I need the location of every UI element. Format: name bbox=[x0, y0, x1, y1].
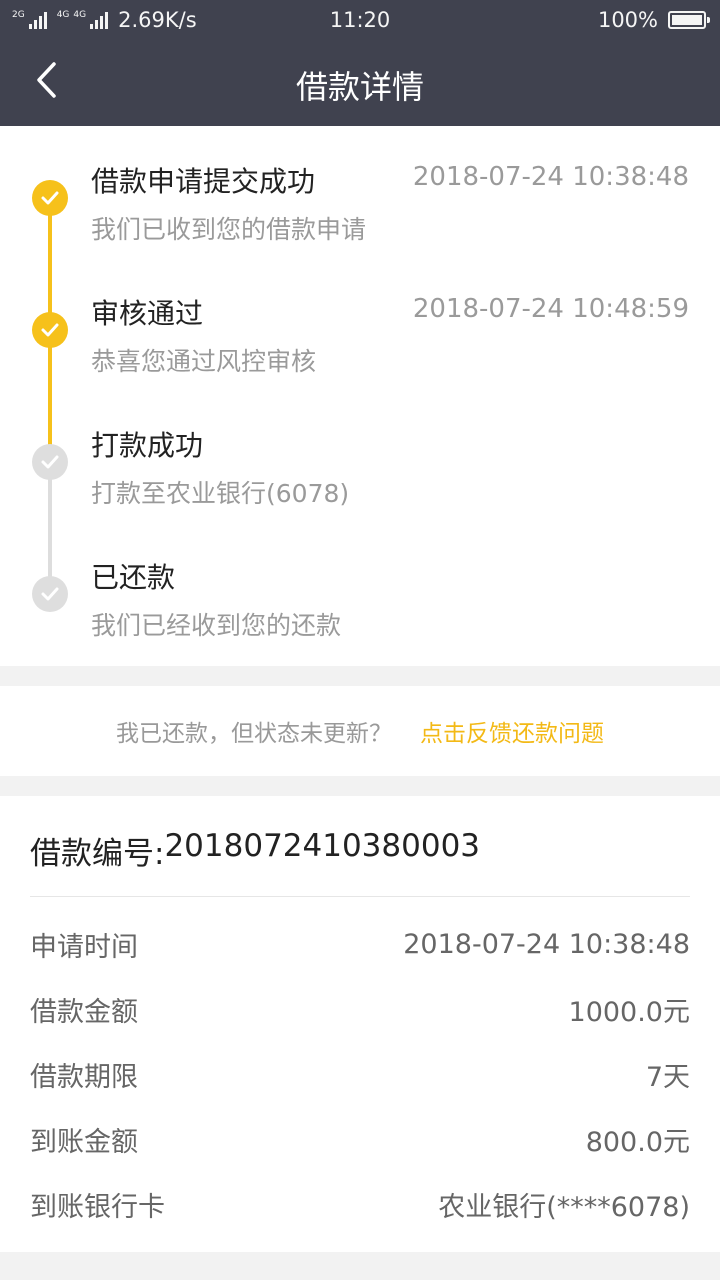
detail-row: 申请时间 2018-07-24 10:38:48 bbox=[30, 924, 690, 964]
loan-details: 借款编号: 2018072410380003 申请时间 2018-07-24 10… bbox=[0, 796, 720, 1252]
status-bar: 2G 4G 4G 2.69K/s 11:20 100% bbox=[0, 0, 720, 40]
detail-value: 农业银行(****6078) bbox=[438, 1191, 690, 1223]
nav-bar: 借款详情 bbox=[0, 40, 720, 126]
timeline-step: 审核通过 恭喜您通过风控审核 2018-07-24 10:48:59 bbox=[0, 262, 720, 376]
step-title: 借款申请提交成功 bbox=[91, 165, 316, 198]
step-time: 2018-07-24 10:48:59 bbox=[412, 294, 689, 324]
detail-row: 借款期限 7天 bbox=[30, 1054, 690, 1094]
step-description: 打款至农业银行(6078) bbox=[91, 479, 350, 508]
timeline-step: 打款成功 打款至农业银行(6078) bbox=[0, 394, 720, 508]
divider bbox=[30, 896, 690, 897]
loan-number-value: 2018072410380003 bbox=[164, 828, 481, 864]
step-description: 我们已经收到您的还款 bbox=[91, 611, 342, 640]
step-title: 审核通过 bbox=[91, 297, 204, 330]
detail-value: 7天 bbox=[645, 1061, 690, 1093]
detail-row: 借款金额 1000.0元 bbox=[30, 989, 690, 1029]
detail-value: 2018-07-24 10:38:48 bbox=[403, 928, 690, 960]
detail-row: 到账金额 800.0元 bbox=[30, 1119, 690, 1159]
step-status-dot bbox=[32, 312, 68, 348]
check-icon bbox=[41, 191, 59, 205]
detail-label: 申请时间 bbox=[30, 931, 138, 963]
feedback-question: 我已还款，但状态未更新？ bbox=[116, 721, 392, 747]
detail-label: 到账银行卡 bbox=[30, 1191, 165, 1223]
app-header: 2G 4G 4G 2.69K/s 11:20 100% 借款详情 bbox=[0, 0, 720, 126]
detail-label: 借款期限 bbox=[30, 1061, 138, 1093]
detail-value: 800.0元 bbox=[585, 1126, 690, 1158]
timeline-step: 借款申请提交成功 我们已收到您的借款申请 2018-07-24 10:38:48 bbox=[0, 130, 720, 244]
status-right: 100% bbox=[597, 8, 710, 32]
detail-row: 到账银行卡 农业银行(****6078) bbox=[30, 1184, 690, 1224]
battery-icon bbox=[668, 11, 710, 29]
repayment-feedback: 我已还款，但状态未更新？ 点击反馈还款问题 bbox=[0, 686, 720, 776]
battery-percent: 100% bbox=[597, 8, 658, 32]
loan-number-label: 借款编号: bbox=[30, 836, 165, 872]
step-time: 2018-07-24 10:38:48 bbox=[412, 162, 689, 192]
detail-value: 1000.0元 bbox=[568, 996, 690, 1028]
step-status-dot bbox=[32, 444, 68, 480]
feedback-link[interactable]: 点击反馈还款问题 bbox=[420, 714, 604, 748]
detail-label: 借款金额 bbox=[30, 996, 138, 1028]
step-description: 恭喜您通过风控审核 bbox=[91, 347, 317, 376]
check-icon bbox=[41, 587, 59, 601]
step-title: 已还款 bbox=[91, 561, 176, 594]
timeline-step: 已还款 我们已经收到您的还款 bbox=[0, 526, 720, 640]
step-description: 我们已收到您的借款申请 bbox=[91, 215, 367, 244]
check-icon bbox=[41, 323, 59, 337]
page-title: 借款详情 bbox=[295, 68, 424, 106]
check-icon bbox=[41, 455, 59, 469]
detail-label: 到账金额 bbox=[30, 1126, 138, 1158]
loan-number: 借款编号: 2018072410380003 bbox=[30, 828, 480, 873]
loan-timeline: 借款申请提交成功 我们已收到您的借款申请 2018-07-24 10:38:48… bbox=[0, 126, 720, 666]
step-status-dot bbox=[32, 180, 68, 216]
step-status-dot bbox=[32, 576, 68, 612]
step-title: 打款成功 bbox=[91, 429, 204, 462]
